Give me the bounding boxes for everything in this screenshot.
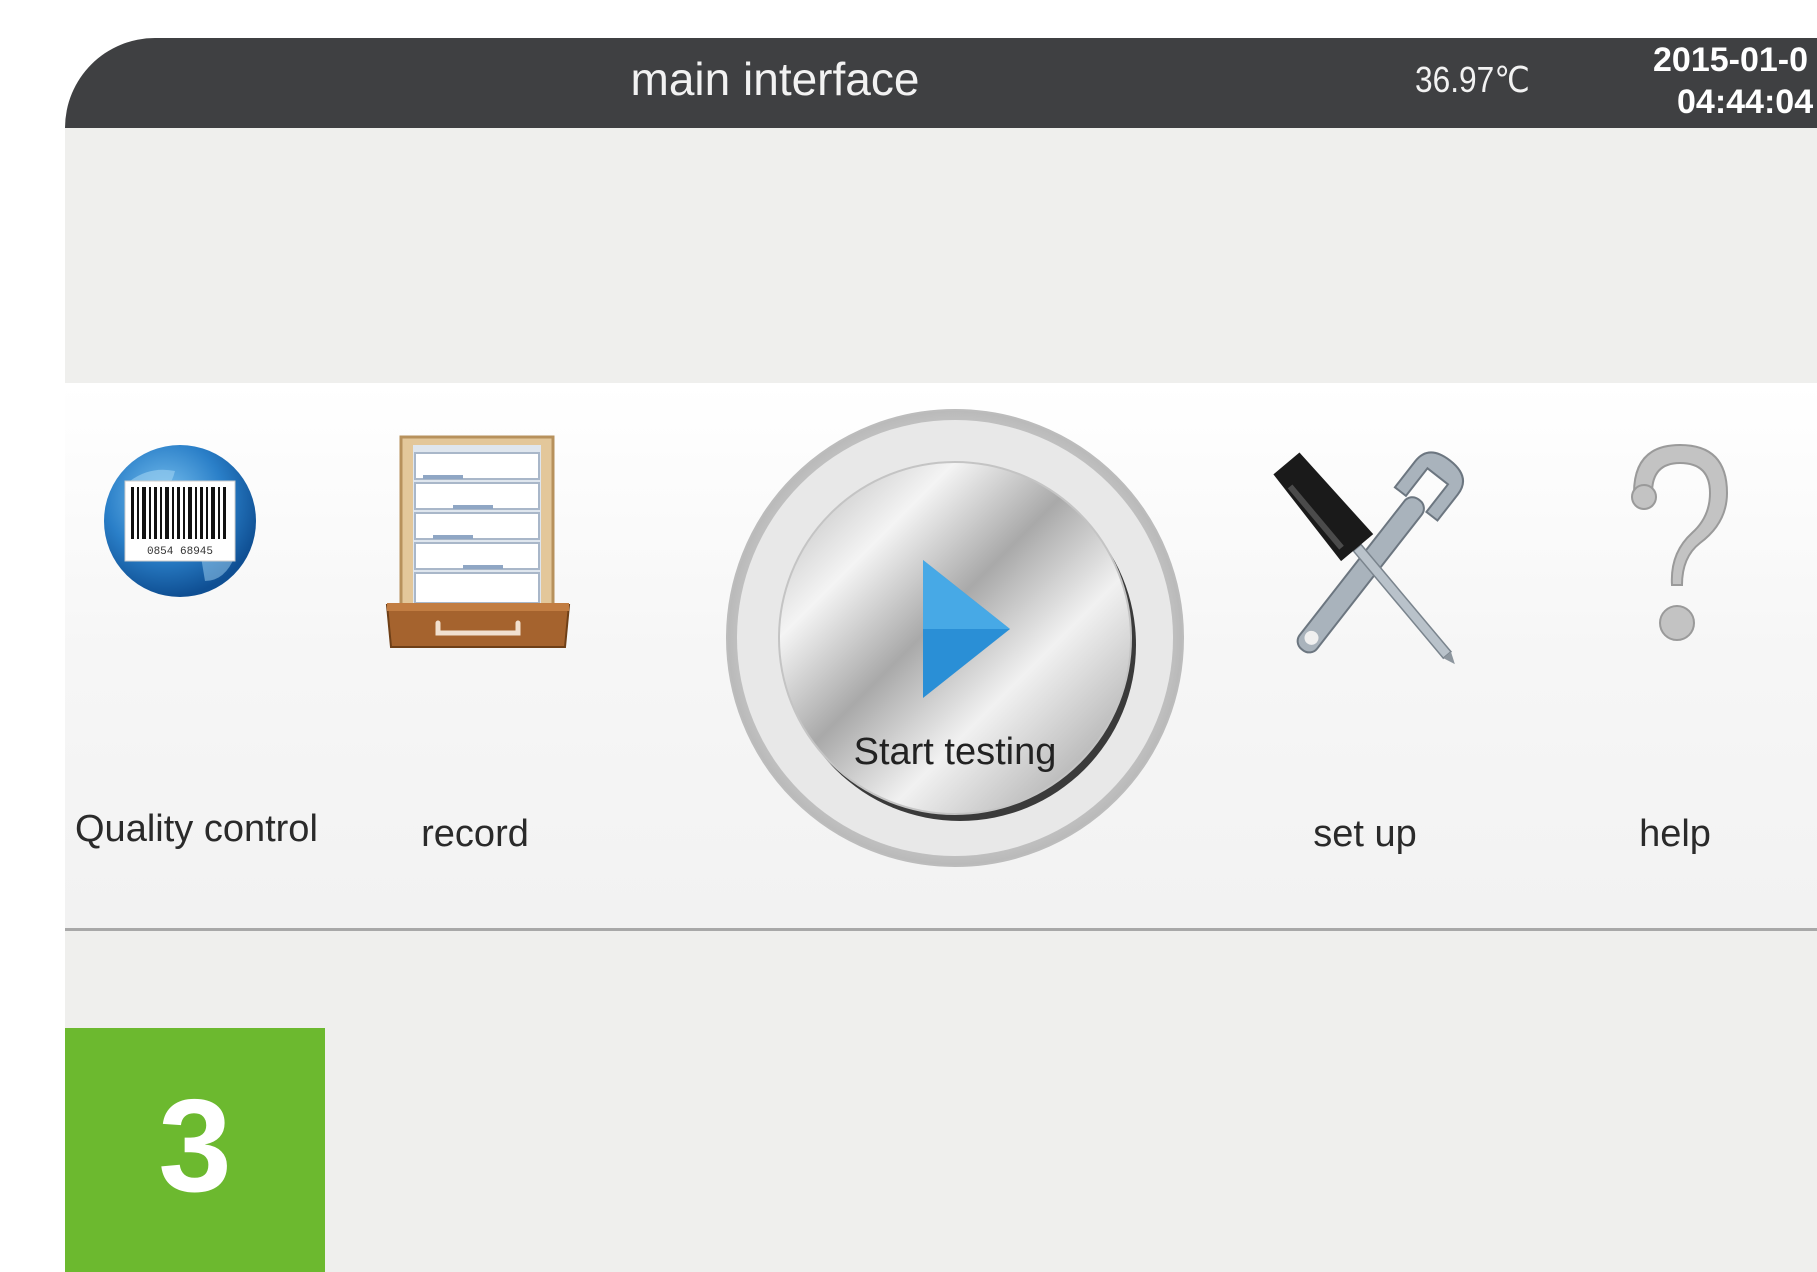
help-button[interactable]: help (1600, 383, 1750, 928)
time-readout: 04:44:04 (1677, 83, 1814, 121)
start-testing-label: Start testing (853, 731, 1057, 773)
start-button-dial (726, 409, 1184, 867)
quality-control-button[interactable]: 0854 68945 Quality control (75, 383, 318, 928)
date-readout: 2015-01-0 (1653, 41, 1809, 79)
barcode-globe-icon: 0854 68945 (104, 445, 256, 597)
step-number: 3 (158, 1072, 232, 1219)
file-drawer-icon (385, 435, 571, 648)
barcode-digits: 0854 68945 (147, 546, 213, 558)
set-up-label: set up (1313, 813, 1417, 855)
record-button[interactable]: record (365, 383, 585, 928)
title-bar: main interface 36.97℃ 2015-01-0 04:44:04 (65, 38, 1817, 128)
page-title: main interface (630, 53, 920, 105)
device-screen: main interface 36.97℃ 2015-01-0 04:44:04 (65, 38, 1817, 1272)
step-number-badge: 3 (65, 1028, 325, 1272)
main-menu-band: 0854 68945 Quality control record Start … (65, 383, 1817, 931)
quality-control-label: Quality control (75, 808, 318, 850)
start-testing-button[interactable]: Start testing (720, 383, 1190, 928)
set-up-button[interactable]: set up (1265, 383, 1465, 928)
temperature-readout: 36.97℃ (1415, 59, 1530, 100)
tools-icon (1273, 451, 1465, 665)
question-mark-icon (1631, 443, 1729, 641)
help-label: help (1639, 813, 1711, 855)
record-label: record (421, 813, 529, 855)
